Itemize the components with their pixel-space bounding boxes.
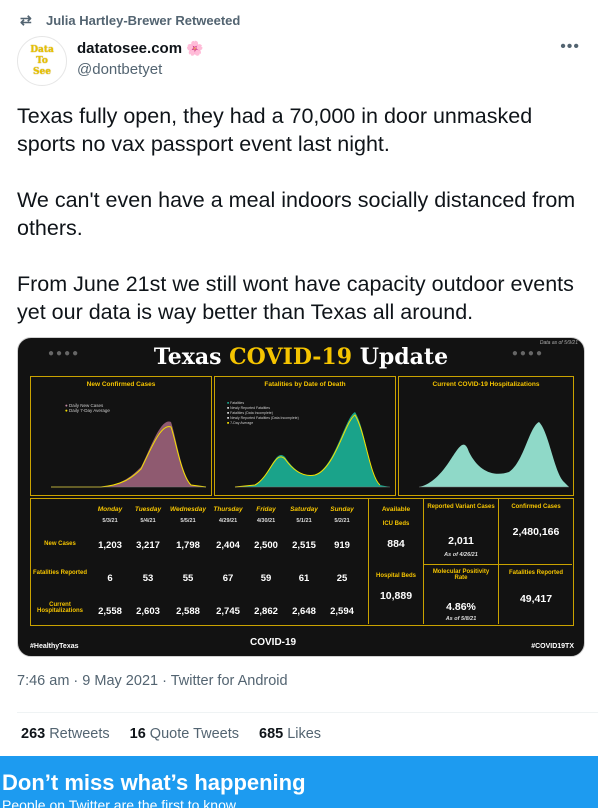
table-cell: 1,798: [176, 540, 200, 551]
table-cell: 2,558: [98, 606, 122, 617]
tweet-text: Texas fully open, they had a 70,000 in d…: [17, 102, 587, 354]
table-cell: 2,500: [254, 540, 278, 551]
day-date: 5/4/21: [140, 518, 156, 524]
table-cell: 919: [334, 540, 350, 551]
hashtag-left: #HealthyTexas: [30, 643, 79, 650]
quote-tweets-count[interactable]: 16 Quote Tweets: [130, 726, 239, 742]
author-name-text: datatosee.com: [77, 40, 183, 57]
day-header: Monday: [97, 506, 123, 513]
retweet-indicator: ⇄ Julia Hartley-Brewer Retweeted: [20, 12, 240, 29]
author-name[interactable]: datatosee.com 🌸: [77, 40, 203, 57]
date-note: Data as of 5/9/21: [539, 340, 578, 346]
molecular-label: Molecular Positivity Rate: [432, 569, 490, 581]
table-cell: 2,594: [330, 606, 354, 617]
avatar-text: See: [33, 66, 51, 77]
banner-title: Don’t miss what’s happening: [2, 770, 306, 795]
day-header: Sunday: [330, 506, 354, 513]
row-label: Fatalities Reported: [32, 570, 87, 576]
divider: [17, 712, 598, 713]
fatalities-total-label: Fatalities Reported: [508, 570, 563, 576]
table-cell: 2,648: [292, 606, 316, 617]
table-divider: [423, 498, 424, 624]
day-date: 5/1/21: [296, 518, 312, 524]
banner-subtitle: People on Twitter are the first to know.: [2, 797, 240, 808]
tweet-paragraph: From June 21st we still wont have capaci…: [17, 272, 574, 324]
infographic-title: Texas COVID-19 Update: [153, 344, 449, 370]
table-divider: [423, 564, 572, 565]
variant-value: 2,011: [448, 535, 474, 547]
table-cell: 67: [222, 573, 234, 584]
table-cell: 59: [260, 573, 272, 584]
table-divider: [368, 498, 369, 624]
login-banner: Don’t miss what’s happening People on Tw…: [0, 756, 598, 808]
day-date: 4/29/21: [218, 518, 238, 524]
day-header: Tuesday: [134, 506, 162, 513]
confirmed-value: 2,480,166: [512, 526, 560, 538]
tweet-timestamp[interactable]: 7:46 am · 9 May 2021 · Twitter for Andro…: [17, 673, 288, 689]
retweet-label: Julia Hartley-Brewer Retweeted: [46, 13, 241, 28]
tweet-image[interactable]: ●●●● ●●●● Texas COVID-19 Update Data as …: [17, 337, 585, 657]
table-cell: 2,588: [176, 606, 200, 617]
table-cell: 2,745: [216, 606, 240, 617]
day-date: 5/5/21: [180, 518, 196, 524]
table-cell: 2,862: [254, 606, 278, 617]
table-divider: [498, 498, 499, 624]
panel-hospitalizations: Current COVID-19 Hospitalizations: [398, 376, 574, 496]
new-cases-chart: [51, 421, 207, 488]
tweet-source: Twitter for Android: [170, 673, 288, 689]
table-cell: 61: [298, 573, 310, 584]
avatar-text: To: [36, 55, 48, 66]
row-label: Current Hospitalizations: [36, 602, 83, 614]
tweet-stats: 263 Retweets 16 Quote Tweets 685 Likes: [21, 726, 341, 742]
table-cell: 2,404: [216, 540, 240, 551]
day-header: Wednesday: [169, 506, 206, 513]
day-date: 4/30/21: [256, 518, 276, 524]
likes-count[interactable]: 685 Likes: [259, 726, 321, 742]
confirmed-label: Confirmed Cases: [511, 504, 561, 510]
panel-fatalities: Fatalities by Date of Death ■ Fatalities…: [214, 376, 396, 496]
hashtag-right: #COVID19TX: [531, 643, 574, 650]
author-handle[interactable]: @dontbetyet: [77, 61, 162, 78]
avatar[interactable]: Data To See: [17, 36, 67, 86]
covid-logo: COVID-19: [250, 637, 297, 648]
retweets-count[interactable]: 263 Retweets: [21, 726, 110, 742]
tweet-paragraph: We can't even have a meal indoors social…: [17, 188, 576, 240]
tweet-paragraph: Texas fully open, they had a 70,000 in d…: [17, 104, 533, 156]
fatalities-total-value: 49,417: [519, 593, 553, 605]
table-cell: 3,217: [136, 540, 160, 551]
hospitalizations-chart: [419, 422, 569, 488]
available-header: Available: [381, 506, 411, 513]
variant-label: Reported Variant Cases: [427, 504, 495, 510]
table-cell: 55: [182, 573, 194, 584]
table-cell: 53: [142, 573, 154, 584]
table-cell: 6: [107, 573, 113, 584]
row-label: New Cases: [44, 541, 76, 547]
table-cell: 1,203: [98, 540, 122, 551]
molecular-note: As of 5/8/21: [445, 616, 477, 622]
day-header: Friday: [256, 506, 276, 513]
day-date: 5/2/21: [334, 518, 350, 524]
avatar-text: Data: [30, 44, 54, 55]
flower-emoji: 🌸: [186, 40, 204, 56]
molecular-value: 4.86%: [446, 601, 476, 613]
retweet-icon: ⇄: [20, 12, 32, 28]
more-icon[interactable]: •••: [560, 38, 580, 56]
hospital-beds-label: Hospital Beds: [375, 573, 416, 579]
day-header: Saturday: [290, 506, 318, 513]
day-header: Thursday: [213, 506, 243, 513]
table-cell: 2,515: [292, 540, 316, 551]
day-date: 5/3/21: [102, 518, 118, 524]
icu-value: 884: [387, 538, 405, 550]
fatalities-chart: [234, 412, 390, 488]
table-cell: 25: [336, 573, 348, 584]
panel-new-cases: New Confirmed Cases ● Daily New Cases ● …: [30, 376, 212, 496]
icu-label: ICU Beds: [382, 521, 410, 527]
variant-note: As of 4/26/21: [444, 552, 478, 558]
hospital-beds-value: 10,889: [379, 590, 413, 602]
table-cell: 2,603: [136, 606, 160, 617]
